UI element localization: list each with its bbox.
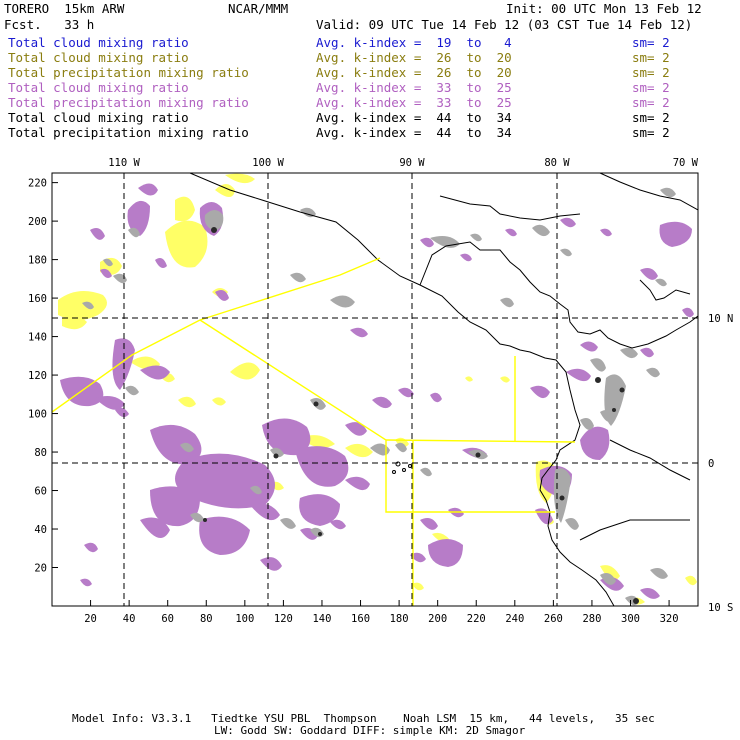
y-tick-label: 60 xyxy=(34,486,47,498)
x-tick-label: 60 xyxy=(161,613,174,625)
x-tick-label: 140 xyxy=(312,613,331,625)
x-tick-label: 100 xyxy=(235,613,254,625)
x-tick-label: 40 xyxy=(123,613,136,625)
longitude-label: 70 W xyxy=(673,157,699,169)
longitude-label: 90 W xyxy=(399,157,425,169)
latitude-label: 0 xyxy=(708,458,714,470)
x-tick-label: 260 xyxy=(544,613,563,625)
x-tick-label: 120 xyxy=(274,613,293,625)
y-tick-label: 160 xyxy=(28,293,47,305)
x-tick-label: 280 xyxy=(582,613,601,625)
y-tick-label: 200 xyxy=(28,216,47,228)
longitude-label: 80 W xyxy=(544,157,570,169)
x-tick-label: 20 xyxy=(84,613,97,625)
y-tick-label: 20 xyxy=(34,563,47,575)
x-tick-label: 300 xyxy=(621,613,640,625)
longitude-label: 110 W xyxy=(108,157,140,169)
x-tick-label: 160 xyxy=(351,613,370,625)
y-tick-label: 140 xyxy=(28,332,47,344)
y-tick-label: 40 xyxy=(34,524,47,536)
x-tick-label: 320 xyxy=(660,613,679,625)
y-tick-label: 180 xyxy=(28,255,47,267)
x-tick-label: 200 xyxy=(428,613,447,625)
y-tick-label: 220 xyxy=(28,178,47,190)
y-tick-label: 80 xyxy=(34,447,47,459)
map-background xyxy=(52,173,698,606)
weather-map: 110 W 100 W 90 W 80 W 70 W 10 N 0 10 S 2… xyxy=(28,157,733,625)
x-tick-label: 180 xyxy=(390,613,409,625)
x-tick-label: 80 xyxy=(200,613,213,625)
x-tick-label: 240 xyxy=(505,613,524,625)
model-info-line-2: LW: Godd SW: Goddard DIFF: simple KM: 2D… xyxy=(214,724,526,737)
longitude-label: 100 W xyxy=(252,157,284,169)
latitude-label: 10 N xyxy=(708,313,733,325)
y-tick-label: 100 xyxy=(28,409,47,421)
latitude-label: 10 S xyxy=(708,602,733,614)
y-tick-label: 120 xyxy=(28,370,47,382)
x-tick-label: 220 xyxy=(467,613,486,625)
